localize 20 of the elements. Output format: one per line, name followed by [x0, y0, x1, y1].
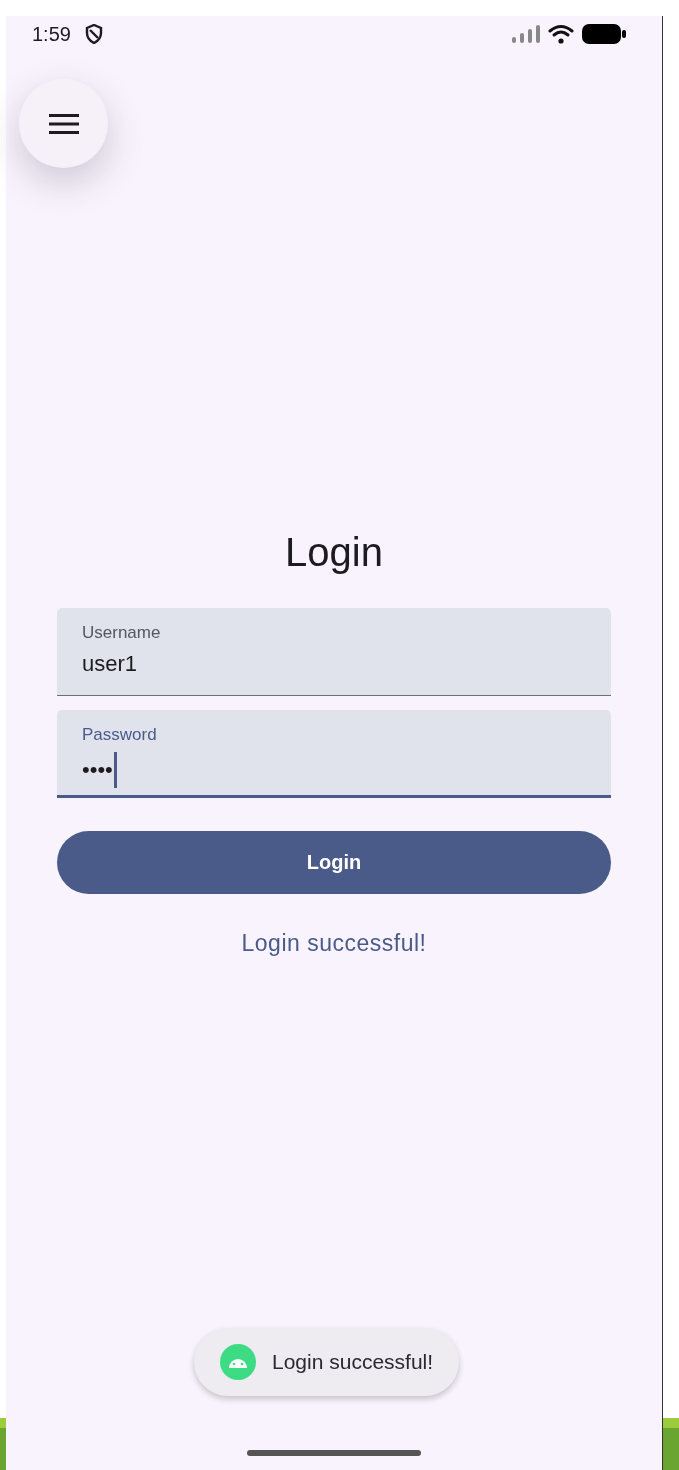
status-time: 1:59: [32, 22, 71, 46]
signal-icon: [512, 25, 540, 43]
login-title: Login: [285, 529, 383, 576]
login-button[interactable]: Login: [57, 831, 611, 894]
status-message: Login successful!: [241, 930, 427, 957]
field-label: Username: [82, 622, 162, 644]
text-cursor: [113, 752, 117, 788]
field-value: ••••: [82, 756, 113, 784]
background-strip: [663, 1418, 679, 1470]
input-field[interactable]: Password ••••: [57, 710, 611, 798]
input-field[interactable]: Username user1: [57, 608, 611, 696]
field-label: Password: [82, 724, 158, 746]
toast-message: Login successful!: [272, 1350, 434, 1374]
menu-icon: [48, 112, 79, 135]
wifi-icon: [548, 24, 574, 44]
shield-icon: [84, 24, 103, 44]
field-value: user1: [82, 650, 138, 678]
android-icon: [220, 1344, 256, 1380]
background-strip: [0, 1418, 6, 1470]
battery-icon: [582, 23, 626, 45]
